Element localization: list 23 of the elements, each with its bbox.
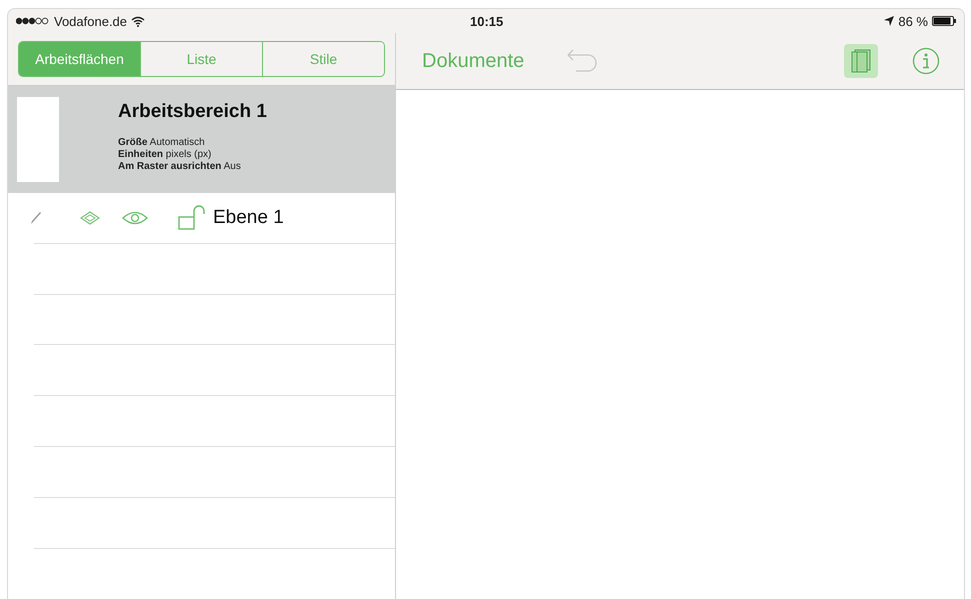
segment-tab[interactable]: Arbeitsflächen <box>19 42 140 76</box>
eye-icon[interactable] <box>122 211 148 226</box>
info-icon[interactable] <box>912 47 940 75</box>
location-icon <box>884 16 894 26</box>
documents-button[interactable]: Dokumente <box>422 50 524 72</box>
battery-percent: 86 % <box>898 14 928 28</box>
artboard-property: Am Raster ausrichten Aus <box>118 160 242 173</box>
panels-icon <box>850 49 872 73</box>
artboard-title: Arbeitsbereich 1 <box>118 100 267 123</box>
battery-icon <box>932 16 956 26</box>
panels-toggle-button[interactable] <box>844 44 878 78</box>
segment-tab[interactable]: Stile <box>262 42 384 76</box>
artboard-card[interactable]: Arbeitsbereich 1 Größe Automatisch Einheiten pixels (px) Am Raster ausrichten Aus <box>8 86 395 193</box>
padlock-icon[interactable] <box>178 205 206 232</box>
layers-icon[interactable] <box>80 211 100 226</box>
layer-name[interactable]: Ebene 1 <box>213 207 284 230</box>
wifi-icon <box>131 16 146 26</box>
carrier-name: Vodafone.de <box>54 14 128 28</box>
pencil-icon[interactable] <box>30 211 42 226</box>
signal-icon <box>16 17 50 25</box>
artboard-property: Größe Automatisch <box>118 136 206 149</box>
artboard-property: Einheiten pixels (px) <box>118 148 212 161</box>
clock-time: 10:15 <box>470 14 504 28</box>
